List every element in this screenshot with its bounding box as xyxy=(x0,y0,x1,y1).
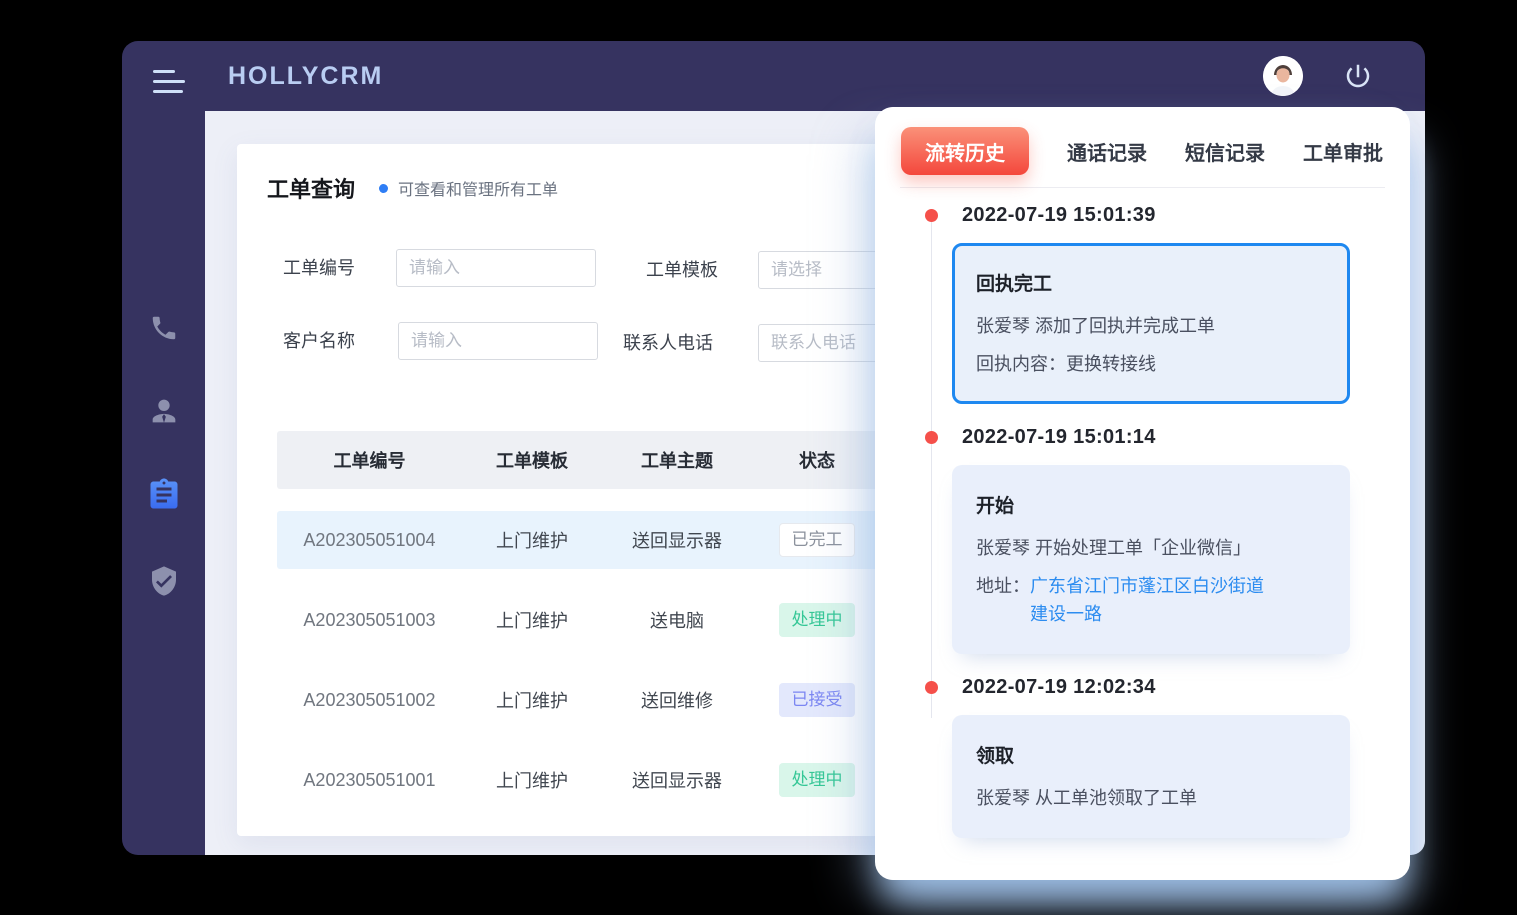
tab-workorder-approval[interactable]: 工单审批 xyxy=(1303,137,1383,166)
timeline-timestamp: 2022-07-19 15:01:39 xyxy=(962,204,1156,227)
col-header-status: 状态 xyxy=(752,447,882,473)
screenshot-stage: HOLLYCRM xyxy=(0,0,1517,915)
page-subtitle: 可查看和管理所有工单 xyxy=(398,176,558,200)
timeline-card-title: 回执完工 xyxy=(976,269,1326,296)
timeline-card-title: 开始 xyxy=(976,491,1326,518)
timeline-card-line: 张爱琴 从工单池领取了工单 xyxy=(976,784,1326,812)
hamburger-menu-icon[interactable] xyxy=(153,70,187,96)
tab-sms-records[interactable]: 短信记录 xyxy=(1185,137,1265,166)
tab-circulation-history[interactable]: 流转历史 xyxy=(901,127,1029,175)
cell-subject: 送回显示器 xyxy=(602,527,752,553)
tabs-divider xyxy=(900,187,1385,188)
sidebar-item-calls[interactable] xyxy=(122,306,205,350)
timeline-card-address-line: 地址： 广东省江门市蓬江区白沙街道 建设一路 xyxy=(976,572,1326,628)
user-avatar[interactable] xyxy=(1263,56,1303,96)
timeline-card-line: 张爱琴 开始处理工单「企业微信」 xyxy=(976,534,1326,562)
panel-tabs: 流转历史 通话记录 短信记录 工单审批 xyxy=(875,107,1410,175)
col-header-order-id: 工单编号 xyxy=(277,447,462,473)
shield-check-icon xyxy=(148,565,180,597)
cell-subject: 送电脑 xyxy=(602,607,752,633)
logout-power-icon[interactable] xyxy=(1343,61,1373,91)
clipboard-icon xyxy=(146,477,182,513)
subtitle-dot-icon xyxy=(379,184,388,193)
field-label-template: 工单模板 xyxy=(646,251,718,289)
field-label-contact-phone: 联系人电话 xyxy=(623,324,713,362)
cell-subject: 送回显示器 xyxy=(602,767,752,793)
cell-order-id: A202305051004 xyxy=(277,530,462,551)
address-line1: 广东省江门市蓬江区白沙街道 xyxy=(1030,572,1264,600)
app-logo: HOLLYCRM xyxy=(228,62,383,91)
timeline-dot-icon xyxy=(925,209,938,222)
customer-name-input[interactable] xyxy=(398,322,598,360)
address-label: 地址： xyxy=(976,572,1030,628)
sidebar-nav xyxy=(122,111,205,855)
sidebar-item-admin[interactable] xyxy=(122,559,205,603)
col-header-template: 工单模板 xyxy=(462,447,602,473)
cell-template: 上门维护 xyxy=(462,607,602,633)
page-title: 工单查询 xyxy=(267,172,355,204)
col-header-subject: 工单主题 xyxy=(602,447,752,473)
app-header: HOLLYCRM xyxy=(122,41,1425,111)
timeline-timestamp: 2022-07-19 12:02:34 xyxy=(962,676,1156,699)
address-line2: 建设一路 xyxy=(1030,600,1264,628)
timeline-card-claimed[interactable]: 领取 张爱琴 从工单池领取了工单 xyxy=(952,715,1350,838)
cell-subject: 送回维修 xyxy=(602,687,752,713)
cell-order-id: A202305051003 xyxy=(277,610,462,631)
status-badge: 处理中 xyxy=(779,763,855,797)
avatar-image xyxy=(1263,56,1303,96)
status-badge: 已接受 xyxy=(779,683,855,717)
timeline-entry: 2022-07-19 12:02:34 领取 张爱琴 从工单池领取了工单 xyxy=(925,676,1350,838)
cell-template: 上门维护 xyxy=(462,687,602,713)
timeline-entry: 2022-07-19 15:01:39 回执完工 张爱琴 添加了回执并完成工单 … xyxy=(925,204,1350,404)
history-panel: 流转历史 通话记录 短信记录 工单审批 2022-07-19 15:01:39 … xyxy=(875,107,1410,880)
status-badge: 处理中 xyxy=(779,603,855,637)
timeline-card-completed[interactable]: 回执完工 张爱琴 添加了回执并完成工单 回执内容：更换转接线 xyxy=(952,243,1350,404)
phone-icon xyxy=(149,313,179,343)
timeline-dot-icon xyxy=(925,431,938,444)
cell-order-id: A202305051002 xyxy=(277,690,462,711)
timeline-entry: 2022-07-19 15:01:14 开始 张爱琴 开始处理工单「企业微信」 … xyxy=(925,426,1350,654)
field-label-order-id: 工单编号 xyxy=(283,249,355,287)
user-icon xyxy=(147,394,181,428)
cell-order-id: A202305051001 xyxy=(277,770,462,791)
card-header: 工单查询 可查看和管理所有工单 xyxy=(267,172,558,204)
tab-call-records[interactable]: 通话记录 xyxy=(1067,137,1147,166)
sidebar-item-customers[interactable] xyxy=(122,389,205,433)
timeline-card-started[interactable]: 开始 张爱琴 开始处理工单「企业微信」 地址： 广东省江门市蓬江区白沙街道 建设… xyxy=(952,465,1350,654)
address-link[interactable]: 广东省江门市蓬江区白沙街道 建设一路 xyxy=(1030,572,1264,628)
cell-template: 上门维护 xyxy=(462,527,602,553)
history-timeline: 2022-07-19 15:01:39 回执完工 张爱琴 添加了回执并完成工单 … xyxy=(925,204,1350,838)
status-badge: 已完工 xyxy=(779,523,855,557)
timeline-card-line: 张爱琴 添加了回执并完成工单 xyxy=(976,312,1326,340)
order-id-input[interactable] xyxy=(396,249,596,287)
sidebar-item-workorders-active[interactable] xyxy=(122,473,205,517)
cell-template: 上门维护 xyxy=(462,767,602,793)
timeline-timestamp: 2022-07-19 15:01:14 xyxy=(962,426,1156,449)
timeline-dot-icon xyxy=(925,681,938,694)
timeline-card-title: 领取 xyxy=(976,741,1326,768)
field-label-customer: 客户名称 xyxy=(283,322,355,360)
timeline-card-line: 回执内容：更换转接线 xyxy=(976,350,1326,378)
